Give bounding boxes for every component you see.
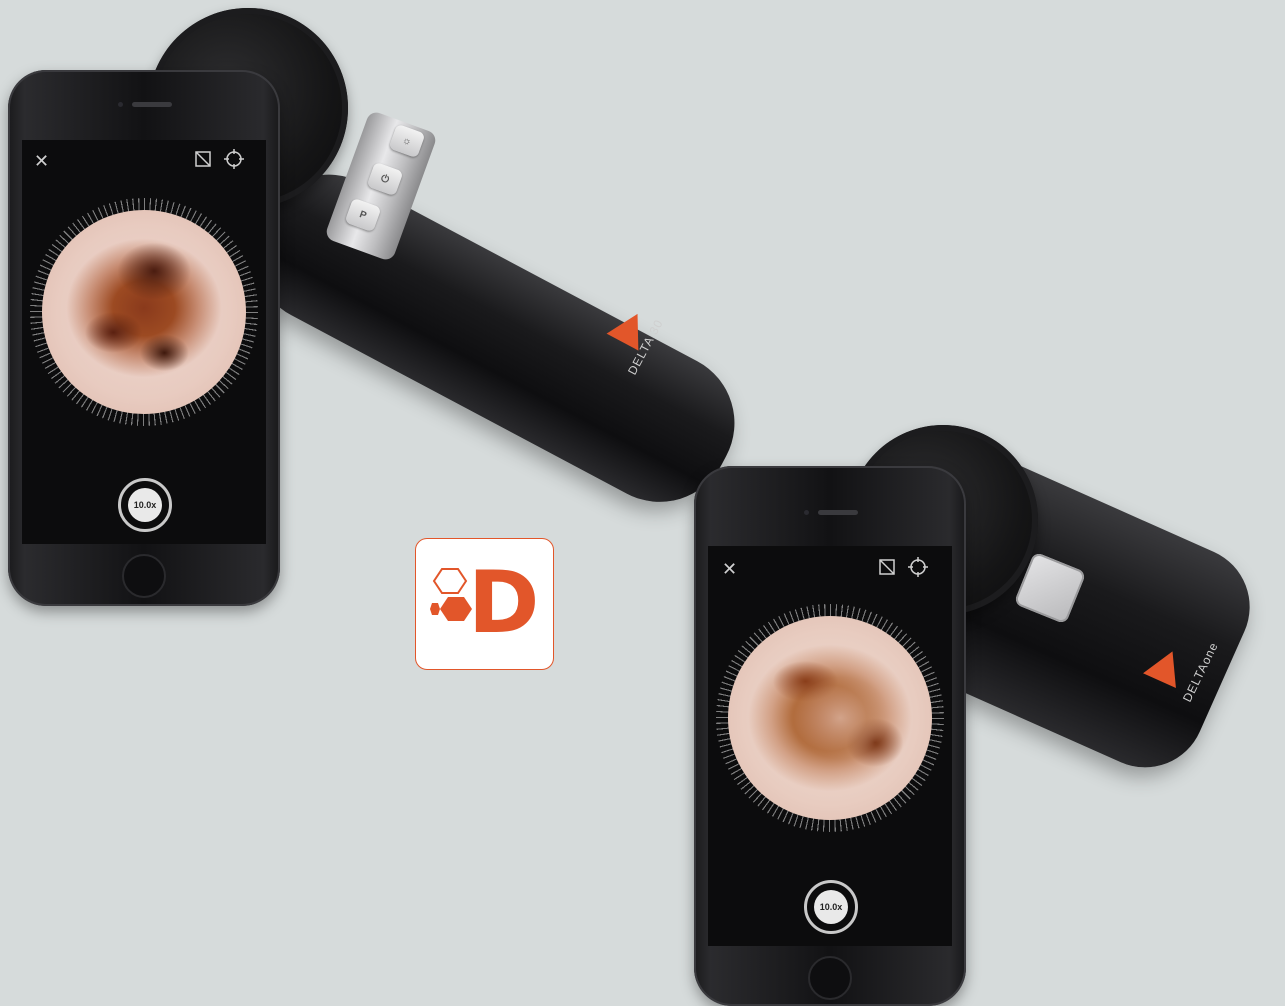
home-button[interactable] <box>122 554 166 598</box>
crosshair-icon[interactable] <box>224 149 244 174</box>
front-camera <box>804 510 809 515</box>
phone: ✕ 10.0x <box>694 466 966 1006</box>
phone: ✕ 10.0x <box>8 70 280 606</box>
close-icon[interactable]: ✕ <box>722 560 737 578</box>
app-icon-letter: D <box>468 553 540 653</box>
hexagon-icon <box>430 568 472 621</box>
crop-icon[interactable] <box>878 558 896 581</box>
crop-icon[interactable] <box>194 150 212 173</box>
crosshair-icon[interactable] <box>908 557 928 582</box>
front-camera <box>118 102 123 107</box>
app-screen: ✕ 10.0x <box>708 546 952 946</box>
device-handle <box>229 150 760 527</box>
product-scene: ☼ ⏻ P DELTA 30 ✕ 10.0x DELTAone ✕ 10.0x … <box>0 0 1285 1006</box>
app-screen: ✕ 10.0x <box>22 140 266 544</box>
lesion-image <box>728 616 932 820</box>
home-button[interactable] <box>808 956 852 1000</box>
app-icon[interactable]: D <box>415 538 554 670</box>
phone-speaker <box>818 510 858 515</box>
phone-speaker <box>132 102 172 107</box>
lesion-image <box>42 210 246 414</box>
zoom-button[interactable]: 10.0x <box>128 488 162 522</box>
close-icon[interactable]: ✕ <box>34 152 49 170</box>
zoom-button[interactable]: 10.0x <box>814 890 848 924</box>
